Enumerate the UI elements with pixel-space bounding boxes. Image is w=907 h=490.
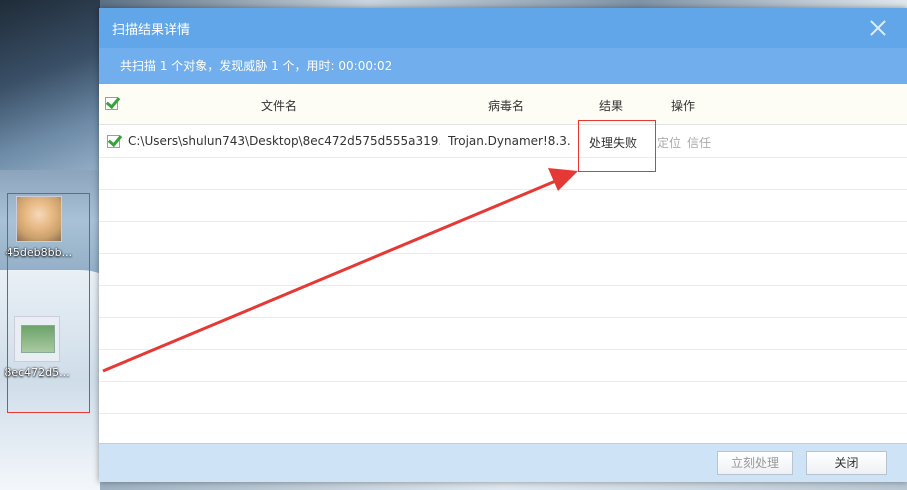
table-row[interactable]: C:\Users\shulun743\Desktop\8ec472d575d55… [99, 125, 907, 158]
process-now-button[interactable]: 立刻处理 [717, 451, 793, 475]
desktop-wallpaper-top [100, 0, 907, 8]
table-header: 文件名 病毒名 结果 操作 [99, 84, 907, 125]
column-filename: 文件名 [261, 99, 298, 113]
scan-result-dialog: 扫描结果详情 共扫描 1 个对象，发现威胁 1 个，用时: 00:00:02 文… [99, 8, 907, 482]
table-row-empty [99, 254, 907, 286]
desktop-wallpaper-bottom [100, 482, 907, 490]
scan-summary: 共扫描 1 个对象，发现威胁 1 个，用时: 00:00:02 [99, 48, 907, 84]
table-row-empty [99, 222, 907, 254]
dialog-title: 扫描结果详情 [112, 23, 191, 38]
dialog-footer: 立刻处理 关闭 [99, 443, 907, 482]
column-result: 结果 [599, 99, 624, 113]
annotation-highlight-result [578, 120, 656, 172]
table-row-empty [99, 158, 907, 190]
table-row-empty [99, 286, 907, 318]
locate-link[interactable]: 定位 [657, 134, 681, 151]
table-row-empty [99, 190, 907, 222]
virus-name: Trojan.Dynamer!8.3... [448, 134, 572, 148]
row-checkbox[interactable] [107, 135, 120, 148]
close-button[interactable]: 关闭 [806, 451, 887, 475]
table-row-empty [99, 318, 907, 350]
annotation-highlight-desktop [7, 193, 90, 413]
file-path: C:\Users\shulun743\Desktop\8ec472d575d55… [128, 134, 440, 148]
column-action: 操作 [671, 99, 696, 113]
column-virus: 病毒名 [488, 99, 525, 113]
table-row-empty [99, 350, 907, 382]
select-all-checkbox[interactable] [105, 97, 118, 110]
table-row-empty [99, 414, 907, 446]
table-row-empty [99, 382, 907, 414]
trust-link[interactable]: 信任 [687, 134, 711, 151]
dialog-titlebar[interactable]: 扫描结果详情 [99, 8, 907, 48]
close-icon[interactable] [867, 17, 889, 39]
result-table: 文件名 病毒名 结果 操作 C:\Users\shulun743\Desktop… [99, 84, 907, 446]
